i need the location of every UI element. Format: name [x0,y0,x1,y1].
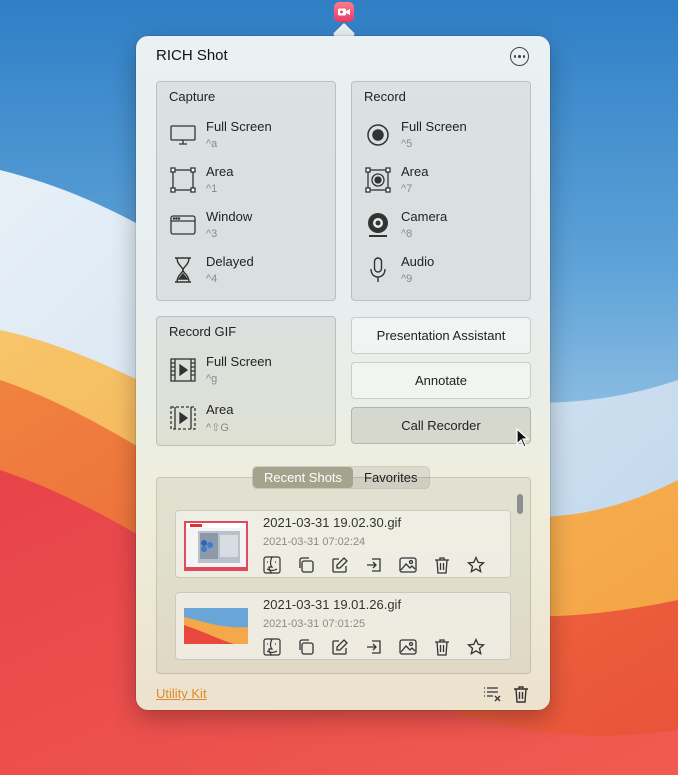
record-panel: Record Full Screen ^5 Area ^7 Camera ^8 [351,81,531,301]
shortcut-label: ^4 [206,273,218,285]
shot-item[interactable]: 2021-03-31 19.02.30.gif 2021-03-31 07:02… [175,510,511,578]
recent-favorites-tabs: Recent Shots Favorites [252,466,430,489]
copy-icon[interactable] [296,555,316,575]
share-icon[interactable] [364,555,384,575]
capture-area[interactable]: Area ^1 [169,164,329,204]
capture-delayed[interactable]: Delayed ^4 [169,254,329,294]
record-title: Record [364,89,406,104]
shortcut-label: ^g [206,373,218,385]
annotate-button[interactable]: Annotate [351,362,531,399]
gif-full-screen[interactable]: Full Screen ^g [169,354,329,394]
shortcut-label: ^5 [401,138,413,150]
record-area[interactable]: Area ^7 [364,164,524,204]
record-circle-icon [364,121,392,149]
capture-window[interactable]: Window ^3 [169,209,329,249]
film-area-icon [169,404,197,432]
shot-filename: 2021-03-31 19.01.26.gif [263,597,402,612]
item-label: Area [206,402,234,417]
shot-timestamp: 2021-03-31 07:01:25 [263,618,366,630]
image-icon[interactable] [398,637,418,657]
utility-kit-link[interactable]: Utility Kit [156,686,207,701]
menubar-app-icon[interactable] [334,2,354,22]
shot-actions [262,637,486,657]
microphone-icon [364,256,392,284]
capture-title: Capture [169,89,216,104]
item-label: Area [206,164,234,179]
shot-actions [262,555,486,575]
shot-filename: 2021-03-31 19.02.30.gif [263,515,402,530]
item-label: Full Screen [206,354,272,369]
area-record-icon [364,166,392,194]
copy-icon[interactable] [296,637,316,657]
shortcut-label: ^⇧G [206,422,229,434]
window-icon [169,211,197,239]
star-icon[interactable] [466,555,486,575]
item-label: Delayed [206,254,254,269]
shot-thumbnail [184,521,248,571]
list-scrollbar[interactable] [517,494,523,514]
record-audio[interactable]: Audio ^9 [364,254,524,294]
edit-icon[interactable] [330,555,350,575]
finder-icon[interactable] [262,555,282,575]
item-label: Camera [401,209,448,224]
tab-recent-shots[interactable]: Recent Shots [253,467,354,488]
ellipsis-circle-icon[interactable] [510,47,529,66]
shot-thumbnail [184,603,248,653]
item-label: Area [401,164,429,179]
image-icon[interactable] [398,555,418,575]
item-label: Full Screen [401,119,467,134]
gif-area[interactable]: Area ^⇧G [169,402,329,442]
shortcut-label: ^7 [401,183,413,195]
record-gif-panel: Record GIF Full Screen ^g Area ^⇧G [156,316,336,446]
trash-icon[interactable] [432,555,452,575]
shortcut-label: ^8 [401,228,413,240]
app-popover: RICH Shot Capture Full Screen ^a Area ^1… [136,36,550,710]
item-label: Full Screen [206,119,272,134]
shot-item[interactable]: 2021-03-31 19.01.26.gif 2021-03-31 07:01… [175,592,511,660]
shortcut-label: ^1 [206,183,218,195]
capture-full-screen[interactable]: Full Screen ^a [169,119,329,159]
trash-icon[interactable] [432,637,452,657]
shortcut-label: ^3 [206,228,218,240]
record-full-screen[interactable]: Full Screen ^5 [364,119,524,159]
item-label: Window [206,209,253,224]
tab-favorites[interactable]: Favorites [353,467,428,488]
record-gif-title: Record GIF [169,324,237,339]
monitor-icon [169,121,197,149]
video-camera-icon [338,8,350,16]
area-select-icon [169,166,197,194]
trash-icon[interactable] [511,684,531,704]
star-icon[interactable] [466,637,486,657]
call-recorder-button[interactable]: Call Recorder [351,407,531,444]
finder-icon[interactable] [262,637,282,657]
film-play-icon [169,356,197,384]
hourglass-icon [169,256,197,284]
capture-panel: Capture Full Screen ^a Area ^1 Window ^3 [156,81,336,301]
shot-timestamp: 2021-03-31 07:02:24 [263,536,366,548]
presentation-assistant-button[interactable]: Presentation Assistant [351,317,531,354]
clear-list-icon[interactable] [482,684,502,704]
webcam-icon [364,211,392,239]
share-icon[interactable] [364,637,384,657]
shortcut-label: ^9 [401,273,413,285]
item-label: Audio [401,254,435,269]
mouse-pointer-icon [516,428,530,448]
edit-icon[interactable] [330,637,350,657]
record-camera[interactable]: Camera ^8 [364,209,524,249]
app-title: RICH Shot [156,47,228,64]
shortcut-label: ^a [206,138,218,150]
